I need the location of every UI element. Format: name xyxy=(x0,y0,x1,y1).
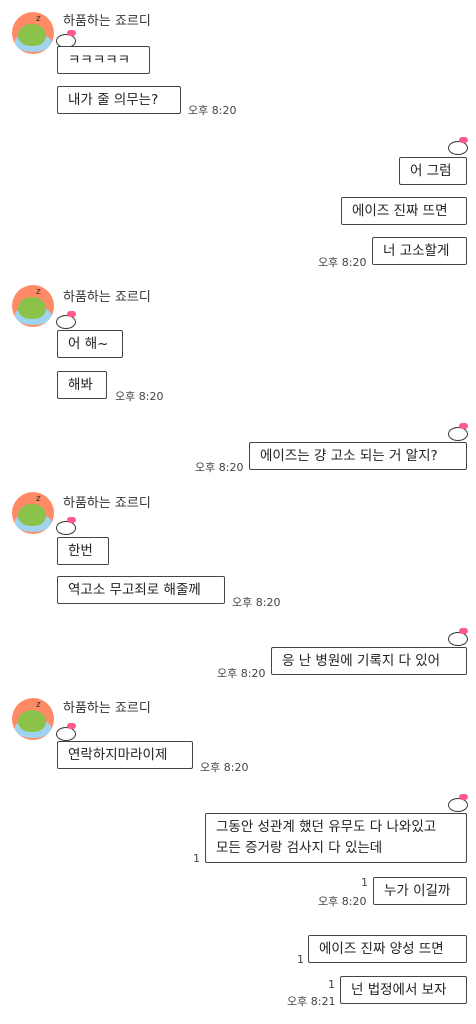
sent-message[interactable]: 응 난 병원에 기록지 다 있어 xyxy=(271,647,467,675)
received-message[interactable]: 해봐 xyxy=(57,371,107,399)
hello-kitty-icon xyxy=(54,517,76,535)
hello-kitty-icon xyxy=(54,30,76,48)
message-time: 오후 8:20 xyxy=(318,895,367,908)
avatar-character xyxy=(18,297,46,319)
hello-kitty-icon xyxy=(446,794,468,812)
message-time: 오후 8:20 xyxy=(318,256,367,269)
contact-name: 하품하는 죠르디 xyxy=(63,701,151,716)
avatar-character xyxy=(18,710,46,732)
received-message[interactable]: 어 해~ xyxy=(57,330,123,358)
unread-count: 1 xyxy=(361,876,368,889)
hello-kitty-icon xyxy=(446,628,468,646)
received-message[interactable]: 연락하지마라이제 xyxy=(57,741,193,769)
contact-name: 하품하는 죠르디 xyxy=(63,496,151,511)
message-line: 모든 증거랑 검사지 다 있는데 xyxy=(216,840,383,856)
sent-message[interactable]: 누가 이길까 xyxy=(373,877,467,905)
message-time: 오후 8:20 xyxy=(195,461,244,474)
message-time: 오후 8:20 xyxy=(217,667,266,680)
sleep-z-icon: z xyxy=(36,14,41,24)
message-time: 오후 8:21 xyxy=(287,995,336,1008)
sleep-z-icon: z xyxy=(36,287,41,297)
message-line: 그동안 성관계 했던 유무도 다 나와있고 xyxy=(216,819,437,835)
sent-message[interactable]: 넌 법정에서 보자 xyxy=(340,976,467,1004)
sent-message[interactable]: 에이즈 진짜 뜨면 xyxy=(341,197,467,225)
message-time: 오후 8:20 xyxy=(115,390,164,403)
avatar-character xyxy=(18,24,46,46)
hello-kitty-icon xyxy=(54,311,76,329)
sent-message[interactable]: 그동안 성관계 했던 유무도 다 나와있고 모든 증거랑 검사지 다 있는데 xyxy=(205,813,467,863)
received-message[interactable]: 내가 줄 의무는? xyxy=(57,86,181,114)
contact-avatar[interactable]: z xyxy=(12,12,54,54)
message-time: 오후 8:20 xyxy=(188,104,237,117)
avatar-character xyxy=(18,504,46,526)
sleep-z-icon: z xyxy=(36,494,41,504)
sent-message[interactable]: 에이즈는 걍 고소 되는 거 알지? xyxy=(249,442,467,470)
hello-kitty-icon xyxy=(446,423,468,441)
sleep-z-icon: z xyxy=(36,700,41,710)
contact-name: 하품하는 죠르디 xyxy=(63,290,151,305)
contact-avatar[interactable]: z xyxy=(12,285,54,327)
sent-message[interactable]: 어 그럼 xyxy=(399,157,467,185)
unread-count: 1 xyxy=(193,852,200,865)
hello-kitty-icon xyxy=(446,137,468,155)
sent-message[interactable]: 너 고소할게 xyxy=(372,237,467,265)
contact-avatar[interactable]: z xyxy=(12,492,54,534)
contact-avatar[interactable]: z xyxy=(12,698,54,740)
received-message[interactable]: 역고소 무고죄로 해줄께 xyxy=(57,576,225,604)
message-time: 오후 8:20 xyxy=(232,596,281,609)
message-time: 오후 8:20 xyxy=(200,761,249,774)
unread-count: 1 xyxy=(328,978,335,991)
received-message[interactable]: ㅋㅋㅋㅋㅋ xyxy=(57,46,150,74)
received-message[interactable]: 한번 xyxy=(57,537,109,565)
sent-message[interactable]: 에이즈 진짜 양성 뜨면 xyxy=(308,935,467,963)
hello-kitty-icon xyxy=(54,723,76,741)
contact-name: 하품하는 죠르디 xyxy=(63,14,151,29)
unread-count: 1 xyxy=(297,953,304,966)
